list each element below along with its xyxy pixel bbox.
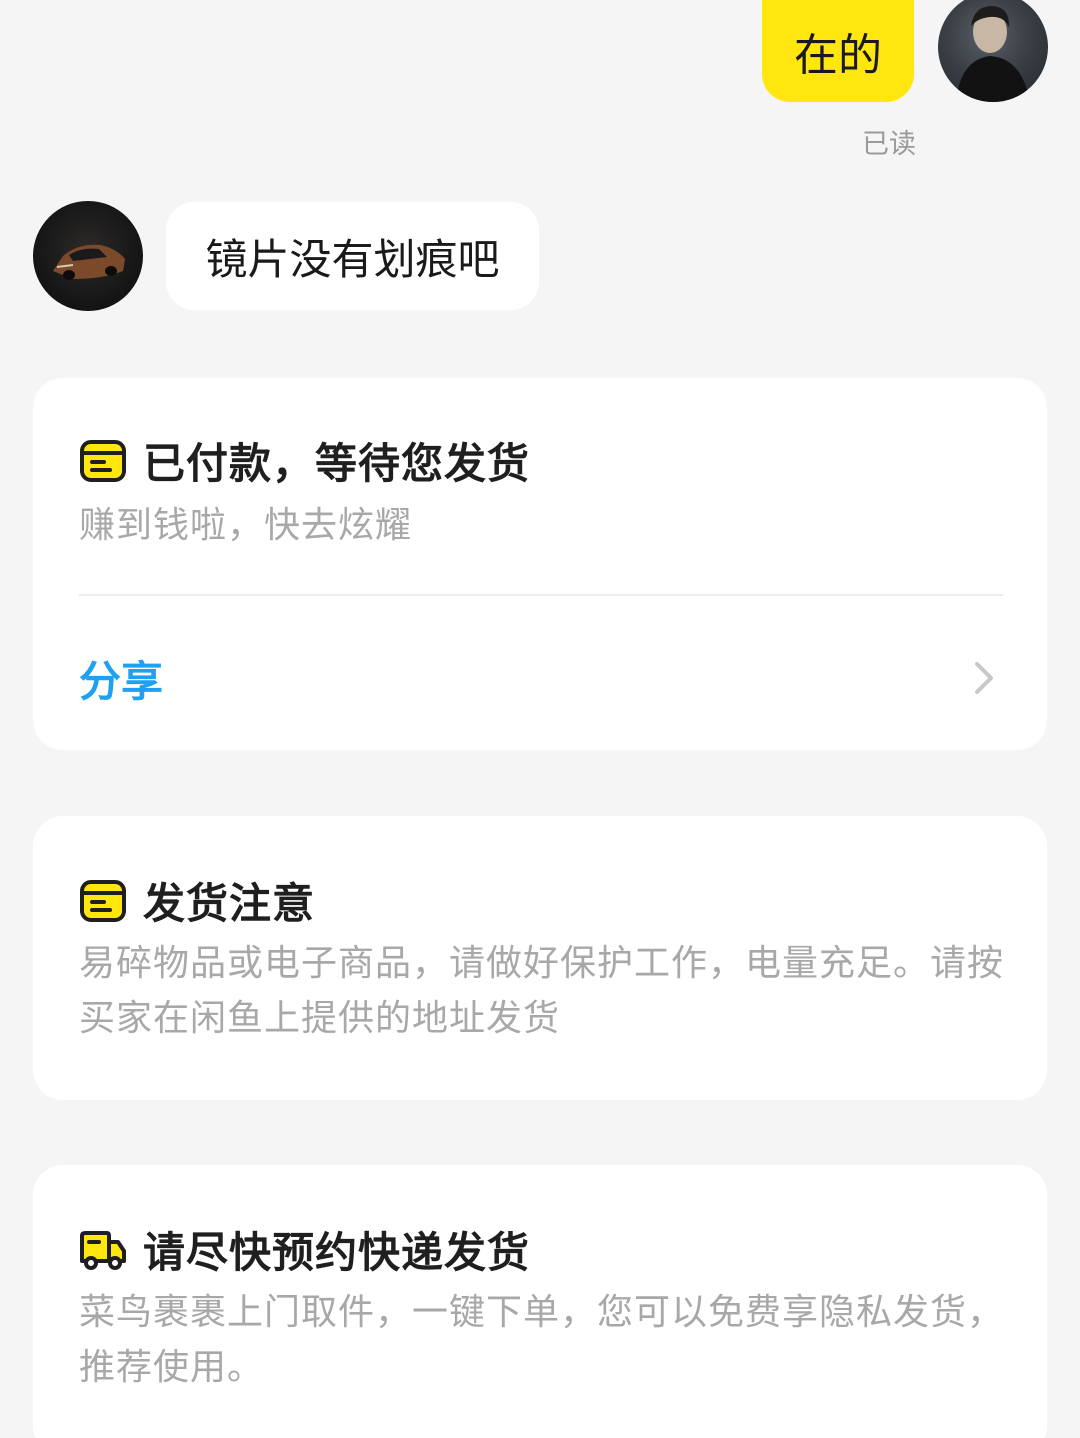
share-button[interactable]: 分享 xyxy=(79,648,163,709)
shipping-notice-title: 发货注意 xyxy=(143,879,316,928)
self-avatar[interactable] xyxy=(938,0,1048,102)
person-photo xyxy=(956,6,1030,102)
incoming-message-text: 镜片没有划痕吧 xyxy=(205,234,500,284)
payment-status-card: 已付款，等待您发货 赚到钱啦，快去炫耀 分享 xyxy=(33,378,1047,750)
shipping-notice-body: 易碎物品或电子商品，请做好保护工作，电量充足。请按买家在闲鱼上提供的地址发货 xyxy=(79,943,1005,1039)
chevron-right-icon[interactable] xyxy=(971,660,997,696)
outgoing-message-text: 在的 xyxy=(794,30,882,81)
contact-avatar[interactable] xyxy=(33,201,143,311)
courier-booking-header: 请尽快预约快递发货 xyxy=(79,1219,530,1280)
truck-icon xyxy=(80,1230,126,1270)
outgoing-message-bubble[interactable]: 在的 xyxy=(762,0,914,102)
payment-status-header: 已付款，等待您发货 xyxy=(79,430,530,491)
shipping-notice-header: 发货注意 xyxy=(79,870,315,931)
courier-booking-card[interactable]: 请尽快预约快递发货 菜鸟裹裹上门取件，一键下单，您可以免费享隐私发货，推荐使用。 xyxy=(33,1165,1047,1438)
read-status: 已读 xyxy=(862,129,916,160)
order-box-icon xyxy=(80,879,126,922)
payment-status-subtitle: 赚到钱啦，快去炫耀 xyxy=(79,505,413,546)
courier-booking-body: 菜鸟裹裹上门取件，一键下单，您可以免费享隐私发货，推荐使用。 xyxy=(79,1292,1005,1388)
shipping-notice-card: 发货注意 易碎物品或电子商品，请做好保护工作，电量充足。请按买家在闲鱼上提供的地… xyxy=(33,816,1047,1100)
payment-status-title: 已付款，等待您发货 xyxy=(143,439,531,488)
car-photo xyxy=(53,244,125,280)
chat-screen: 在的 已读 镜片没有划痕吧 已付款，等待您发货 赚到钱啦，快去炫耀 分享 发货注… xyxy=(0,0,1080,1438)
courier-booking-title: 请尽快预约快递发货 xyxy=(143,1228,531,1277)
card-divider xyxy=(79,594,1003,596)
incoming-message-bubble[interactable]: 镜片没有划痕吧 xyxy=(166,202,539,310)
order-box-icon xyxy=(80,439,126,482)
